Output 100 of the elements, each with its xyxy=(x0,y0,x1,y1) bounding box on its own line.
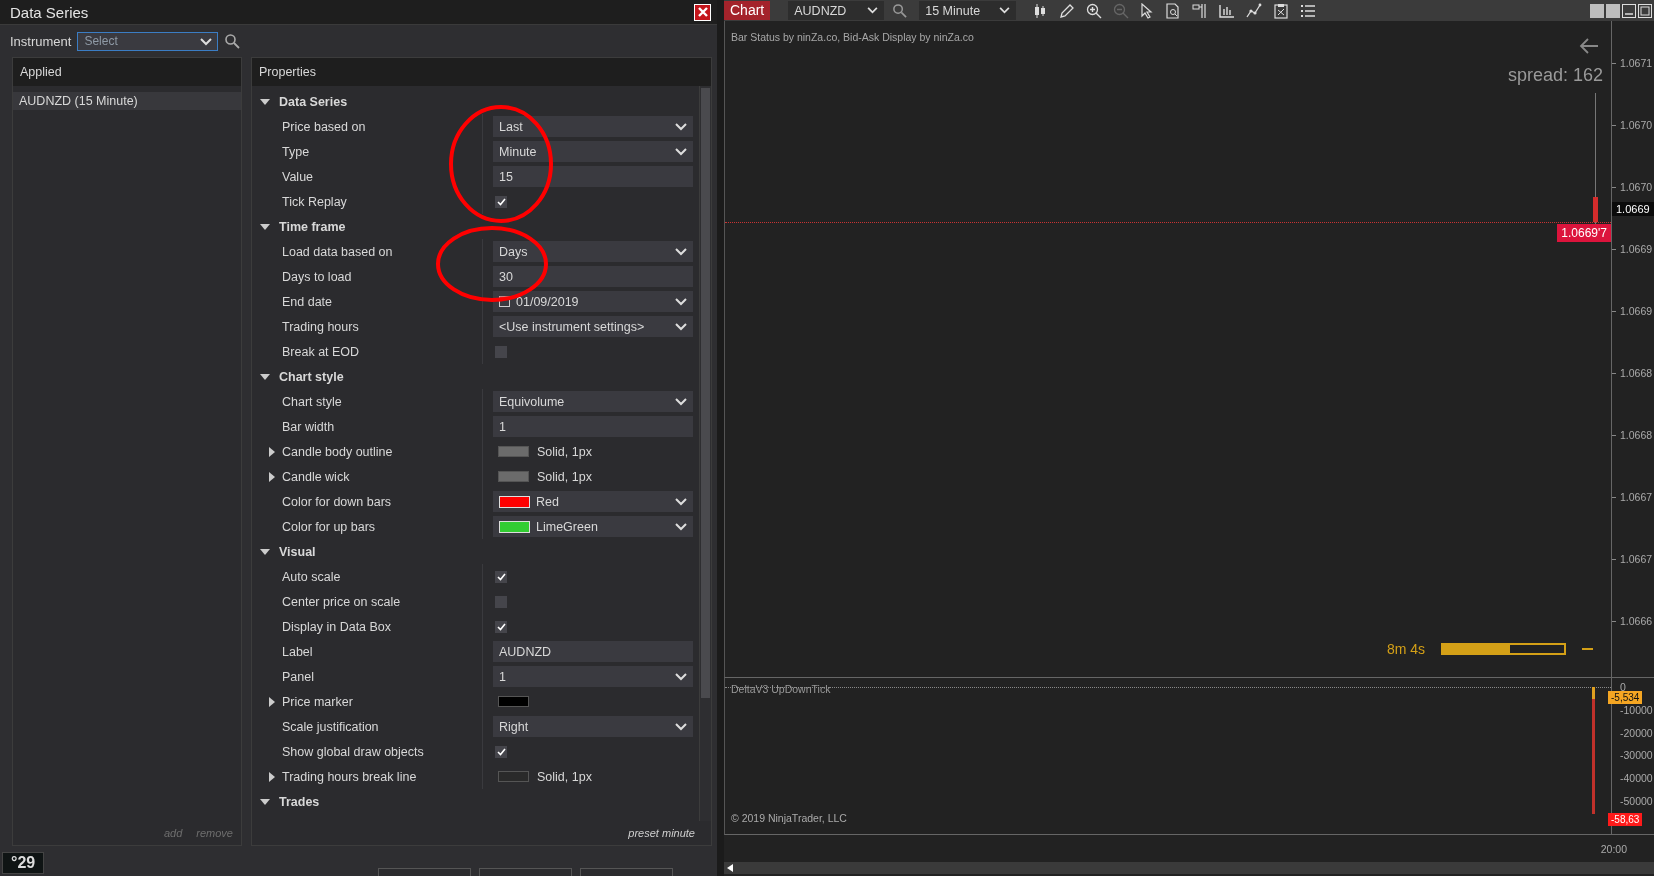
caret-icon xyxy=(675,297,687,306)
calendar-icon xyxy=(499,296,510,307)
collapse-triangle-icon[interactable] xyxy=(260,96,270,107)
property-dropdown[interactable]: Last xyxy=(493,116,693,137)
minimize-icon[interactable] xyxy=(1622,3,1636,18)
panel-icon[interactable] xyxy=(1192,2,1209,19)
chart-tab[interactable]: Chart xyxy=(724,1,771,20)
property-label: Color for down bars xyxy=(282,494,393,509)
applied-header: Applied xyxy=(13,58,241,86)
stroke-swatch[interactable] xyxy=(498,771,529,782)
delta-axis-label: -30000 xyxy=(1619,749,1653,762)
pointer-icon[interactable] xyxy=(1140,2,1155,19)
copyright-text: © 2019 NinjaTrader, LLC xyxy=(731,812,847,824)
price-axis-label: 1.0667 xyxy=(1612,491,1653,503)
color-swatch[interactable] xyxy=(498,696,529,707)
left-arrow-icon[interactable] xyxy=(1579,38,1599,54)
expand-triangle-icon[interactable] xyxy=(269,771,275,782)
checkbox[interactable] xyxy=(495,195,507,208)
horizontal-scrollbar[interactable] xyxy=(724,862,1654,874)
collapse-triangle-icon[interactable] xyxy=(260,371,270,382)
expand-triangle-icon[interactable] xyxy=(269,446,275,457)
window-button[interactable] xyxy=(1606,3,1620,18)
preset-link[interactable]: preset minute xyxy=(628,827,695,839)
instrument-dropdown[interactable]: Select xyxy=(77,31,219,51)
property-input[interactable]: 30 xyxy=(493,266,693,287)
property-dropdown[interactable]: 1 xyxy=(493,666,693,687)
clipboard-icon[interactable] xyxy=(1273,2,1290,19)
property-label: Candle wick xyxy=(282,469,351,484)
scroll-left-icon[interactable] xyxy=(727,864,733,872)
list-icon[interactable] xyxy=(1300,2,1317,19)
property-label: Candle body outline xyxy=(282,444,394,459)
category-label: Chart style xyxy=(279,369,344,384)
property-label: Trading hours xyxy=(282,319,360,334)
checkbox[interactable] xyxy=(495,620,507,633)
property-dropdown[interactable]: Right xyxy=(493,716,693,737)
checkbox[interactable] xyxy=(495,345,507,358)
caret-icon xyxy=(867,7,879,14)
expand-triangle-icon[interactable] xyxy=(269,471,275,482)
caret-icon xyxy=(999,7,1011,14)
property-dropdown[interactable]: 01/09/2019 xyxy=(493,291,693,312)
search-icon[interactable] xyxy=(224,33,241,49)
caret-icon[interactable] xyxy=(200,37,213,46)
property-label: Break at EOD xyxy=(282,344,361,359)
property-label: Price marker xyxy=(282,694,354,709)
zoom-in-icon[interactable] xyxy=(1086,2,1103,19)
pencil-icon[interactable] xyxy=(1059,2,1076,19)
expand-triangle-icon[interactable] xyxy=(269,696,275,707)
stroke-swatch[interactable] xyxy=(498,471,529,482)
caret-icon xyxy=(675,722,687,731)
delta-axis-label: -20000 xyxy=(1619,726,1653,739)
checkbox[interactable] xyxy=(495,745,507,758)
stroke-swatch[interactable] xyxy=(498,446,529,457)
property-label: Panel xyxy=(282,669,315,684)
category-label: Trades xyxy=(279,794,320,809)
price-axis-label: 1.0667 xyxy=(1612,553,1653,565)
property-label: End date xyxy=(282,294,334,309)
price-axis-label: 1.0670 xyxy=(1612,181,1653,193)
value-tag: -58,63 xyxy=(1608,813,1643,826)
property-dropdown[interactable]: Minute xyxy=(493,141,693,162)
line-chart-icon[interactable] xyxy=(1246,2,1263,19)
last-price-tag: 1.0669'7 xyxy=(1557,224,1611,242)
instrument-dropdown[interactable]: AUDNZD xyxy=(788,1,885,20)
property-input[interactable]: 1 xyxy=(493,416,693,437)
interval-dropdown[interactable]: 15 Minute xyxy=(919,1,1017,20)
value-tag: -5,534 xyxy=(1608,691,1643,704)
property-dropdown[interactable]: <Use instrument settings> xyxy=(493,316,693,337)
time-axis-label: 20:00 xyxy=(1600,842,1627,855)
bar-timer-label: 8m 4s xyxy=(1386,641,1425,657)
property-label: Days to load xyxy=(282,269,353,284)
caret-icon xyxy=(675,247,687,256)
window-button[interactable] xyxy=(1590,3,1604,18)
property-label: Price based on xyxy=(282,119,367,134)
price-axis-label: 1.0669 xyxy=(1612,305,1653,317)
dialog-title: Data Series xyxy=(10,3,89,21)
property-dropdown[interactable]: Days xyxy=(493,241,693,262)
checkbox[interactable] xyxy=(495,570,507,583)
property-dropdown[interactable]: Red xyxy=(493,491,693,512)
close-button[interactable] xyxy=(694,3,711,21)
document-search-icon[interactable] xyxy=(1165,2,1182,19)
bar-chart-icon[interactable] xyxy=(1219,2,1236,19)
maximize-icon[interactable] xyxy=(1638,3,1652,18)
property-input[interactable]: 15 xyxy=(493,166,693,187)
caret-icon xyxy=(675,672,687,681)
search-icon[interactable] xyxy=(892,3,908,18)
applied-series-item[interactable]: AUDNZD (15 Minute) xyxy=(13,92,241,110)
checkbox[interactable] xyxy=(495,595,507,608)
collapse-triangle-icon[interactable] xyxy=(260,221,270,232)
caret-icon xyxy=(675,397,687,406)
price-axis-label: 1.0666 xyxy=(1612,615,1653,627)
properties-header: Properties xyxy=(252,58,711,86)
collapse-triangle-icon[interactable] xyxy=(260,796,270,807)
candle-body xyxy=(1593,197,1598,222)
caret-icon xyxy=(675,522,687,531)
instrument-label: Instrument xyxy=(10,33,72,49)
property-label: Center price on scale xyxy=(282,594,402,609)
property-input[interactable]: AUDNZD xyxy=(493,641,693,662)
collapse-triangle-icon[interactable] xyxy=(260,546,270,557)
vertical-scrollbar[interactable] xyxy=(699,86,711,821)
property-dropdown[interactable]: Equivolume xyxy=(493,391,693,412)
property-dropdown[interactable]: LimeGreen xyxy=(493,516,693,537)
